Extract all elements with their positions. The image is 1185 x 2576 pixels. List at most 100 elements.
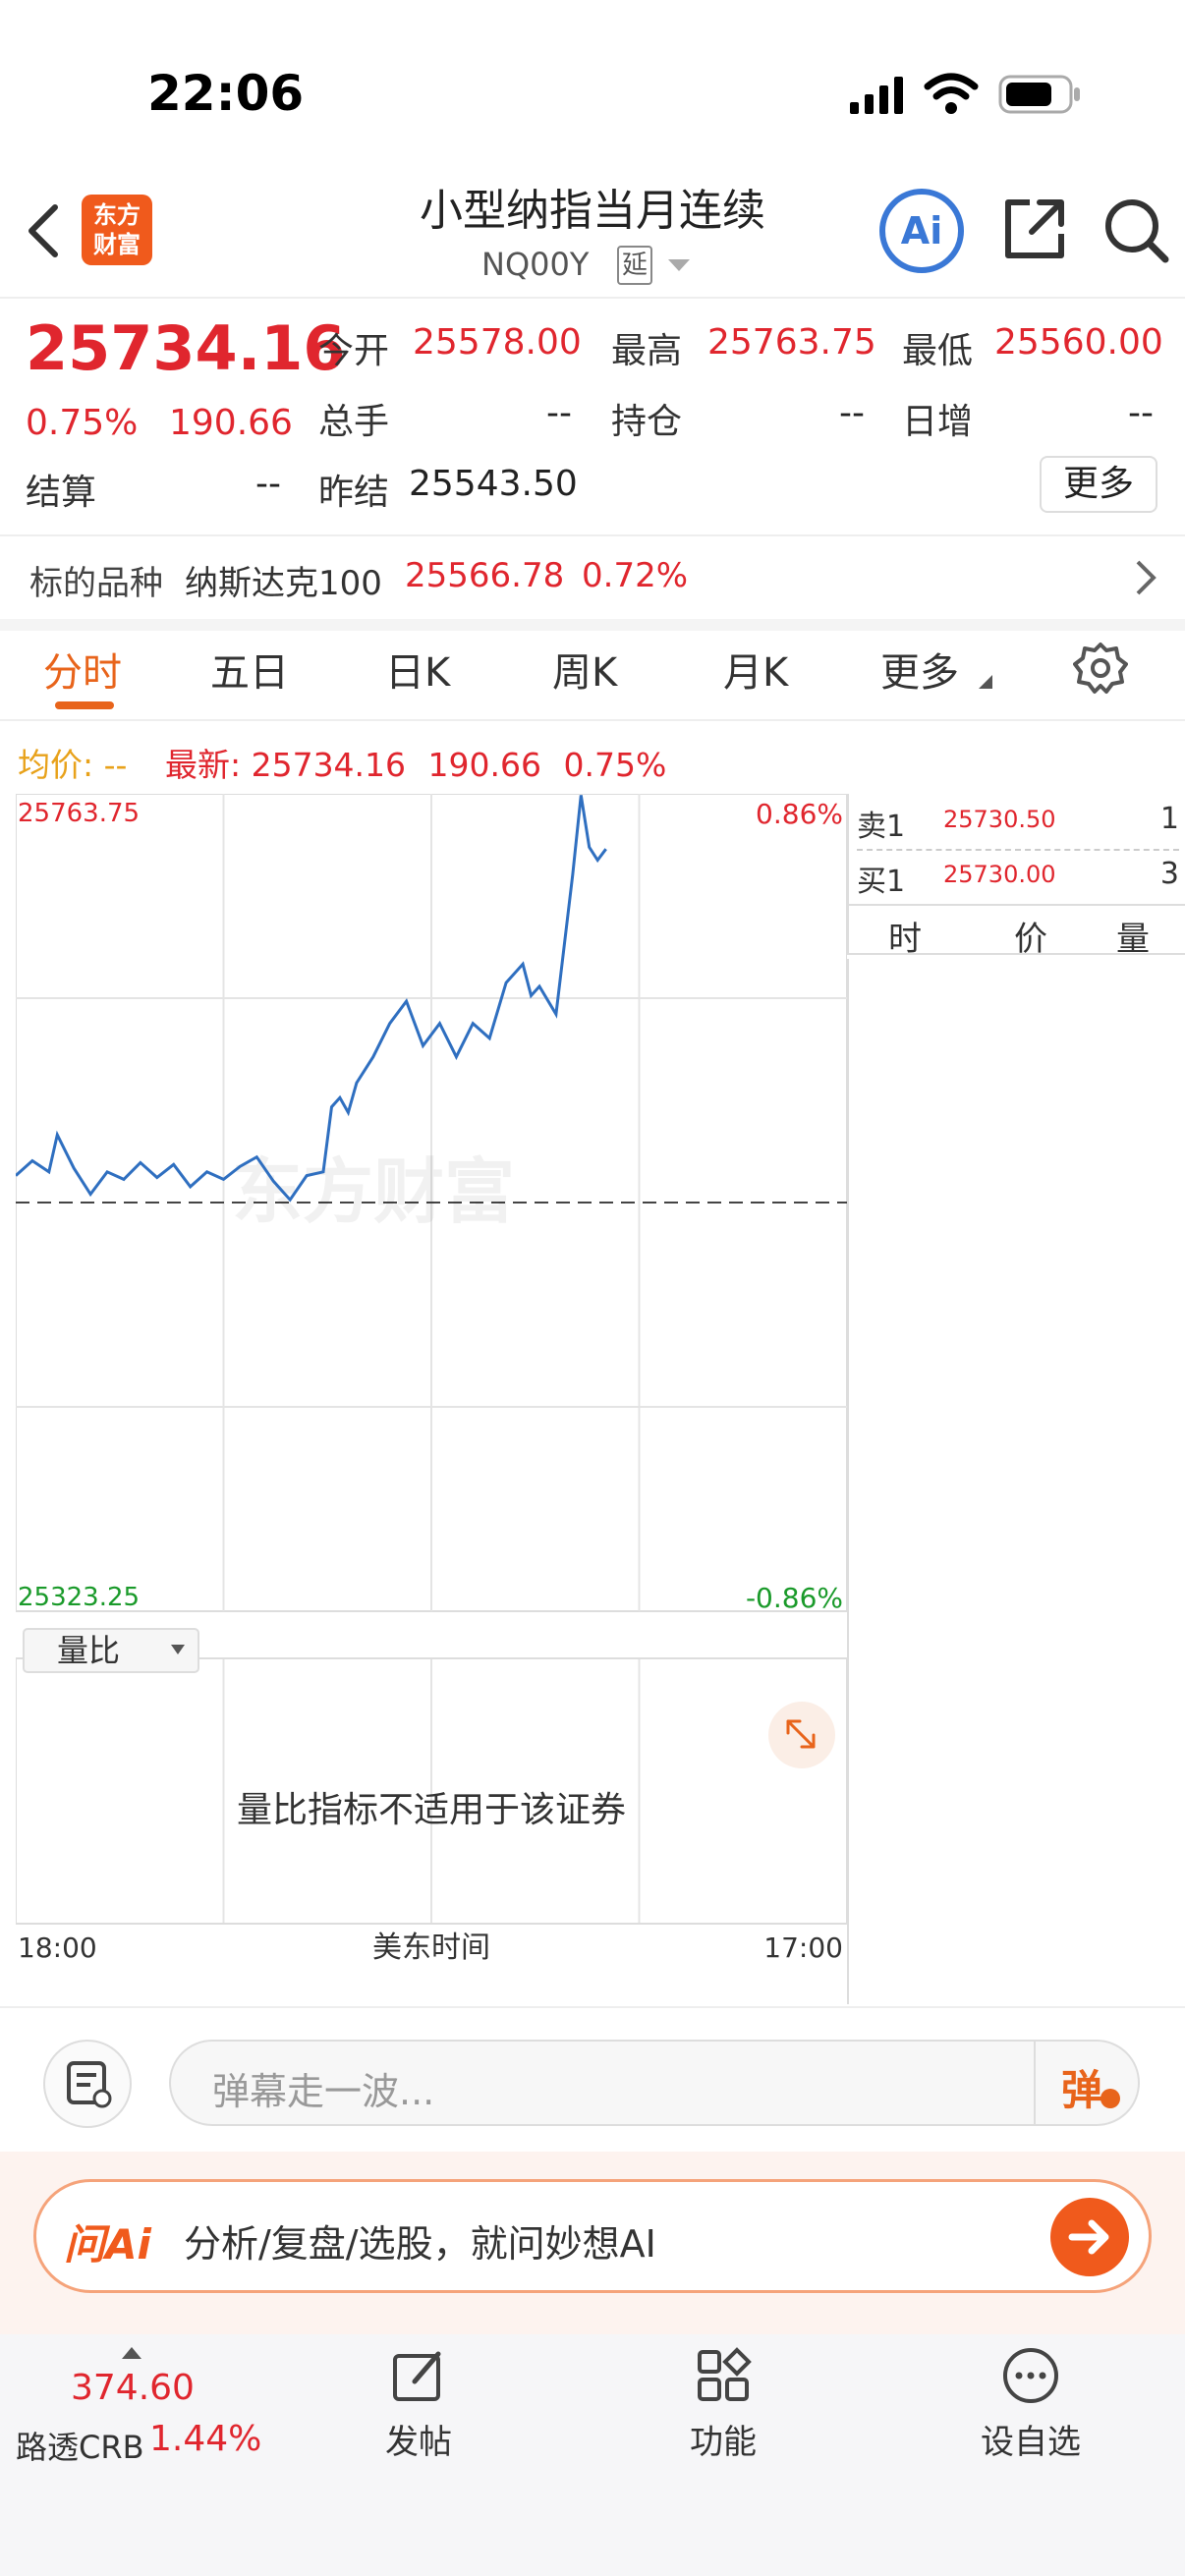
watchlist-label: 设自选 <box>981 2423 1081 2462</box>
danmu-placeholder: 弹幕走一波... <box>212 2070 435 2113</box>
trades-list[interactable]: 10:0325731.27010:0325729.940↓10:0325725.… <box>847 959 1185 2004</box>
x-end-label: 17:00 <box>763 1932 843 1964</box>
open-value: 25578.00 <box>413 322 582 363</box>
buy-volume: 3 <box>1159 857 1179 891</box>
y-top-label: 25763.75 <box>18 799 140 828</box>
order-book: 卖1 25730.50 1 买1 25730.00 3 <box>847 794 1185 904</box>
daily-inc-value: -- <box>1128 393 1154 433</box>
change-abs: 190.66 <box>169 403 293 443</box>
tab-minute[interactable]: 分时 <box>43 641 122 698</box>
function-label: 功能 <box>690 2423 757 2462</box>
ai-assistant-icon[interactable]: Ai <box>879 189 964 273</box>
ticker-up-icon <box>122 2344 141 2363</box>
low-label: 最低 <box>902 331 974 371</box>
buy-price: 25730.00 <box>943 861 1056 888</box>
signal-icon <box>850 77 909 120</box>
indicator-label: 量比 <box>57 1632 120 1669</box>
post-label: 发帖 <box>385 2423 452 2462</box>
ask-ai-brand: 问Ai <box>64 2220 151 2268</box>
underlying-label: 标的品种 <box>29 564 163 603</box>
search-icon[interactable] <box>1100 195 1171 269</box>
change-pct: 0.75% <box>26 403 139 443</box>
watermark: 东方财富 <box>232 1150 515 1233</box>
avg-value: -- <box>103 746 128 784</box>
volume-value: -- <box>546 393 572 433</box>
indicator-message: 量比指标不适用于该证券 <box>237 1790 626 1830</box>
grid-icon <box>698 2347 752 2401</box>
tab-more-arrow-icon <box>979 674 992 693</box>
latest-value: 25734.16 <box>251 746 407 784</box>
edit-icon <box>393 2351 441 2401</box>
trades-header: 时 价 量 <box>847 904 1185 959</box>
delay-badge: 延 <box>617 246 652 285</box>
ticker-name: 路透CRB <box>16 2429 144 2466</box>
latest-label: 最新: <box>164 746 242 784</box>
daily-inc-label: 日增 <box>902 402 974 442</box>
underlying-pct: 0.72% <box>582 556 689 595</box>
intraday-price-chart[interactable]: 东方财富 25763.75 25323.25 0.86% -0.86% 量比 量… <box>16 794 847 1965</box>
contract-code: NQ00Y <box>481 246 590 283</box>
arrow-right-icon[interactable] <box>1050 2198 1129 2276</box>
sell-label: 卖1 <box>857 810 906 844</box>
col-time: 时 <box>888 920 922 959</box>
prev-settle-label: 昨结 <box>318 473 390 513</box>
settings-icon[interactable] <box>1073 641 1128 700</box>
check-badge-icon <box>1100 2089 1120 2108</box>
chart-grid <box>16 794 847 1925</box>
high-label: 最高 <box>611 331 683 371</box>
wifi-icon <box>924 73 979 120</box>
svg-text:东方财富: 东方财富 <box>232 1150 515 1233</box>
low-value: 25560.00 <box>994 322 1163 363</box>
ticker-value[interactable]: 374.60 <box>71 2368 195 2408</box>
latest-pct: 0.75% <box>563 746 667 784</box>
tab-monthly-k[interactable]: 月K <box>723 641 788 698</box>
settle-value: -- <box>255 464 281 504</box>
ticker-pct: 1.44% <box>149 2419 262 2459</box>
dropdown-icon[interactable] <box>668 258 690 277</box>
post-button[interactable]: 发帖 <box>369 2346 468 2474</box>
tab-weekly-k[interactable]: 周K <box>552 641 617 698</box>
tab-more[interactable]: 更多 <box>880 641 959 698</box>
chevron-right-icon <box>1134 558 1157 601</box>
battery-icon <box>998 75 1083 118</box>
open-label: 今开 <box>318 331 390 371</box>
oi-value: -- <box>839 393 865 433</box>
screen: 22:06 东方 财富 小型纳指当月连续 NQ00Y 延 Ai 25734.16 … <box>0 0 1185 2576</box>
underlying-row[interactable]: 标的品种 纳斯达克100 25566.78 0.72% <box>0 536 1185 619</box>
watchlist-button[interactable]: 设自选 <box>967 2346 1095 2474</box>
ask-ai-bar[interactable]: 问Ai 分析/复盘/选股，就问妙想AI <box>33 2179 1152 2293</box>
tab-active-indicator <box>55 701 114 709</box>
status-time: 22:06 <box>147 65 305 122</box>
last-price: 25734.16 <box>26 312 346 384</box>
col-volume: 量 <box>1116 920 1150 959</box>
more-button[interactable]: 更多 <box>1040 456 1157 513</box>
danmu-toggle[interactable]: 弹 <box>1061 2057 1102 2117</box>
latest-change: 190.66 <box>427 746 542 784</box>
buy-label: 买1 <box>857 865 906 899</box>
col-price: 价 <box>1014 920 1047 959</box>
sell-volume: 1 <box>1159 802 1179 836</box>
prev-settle-value: 25543.50 <box>409 464 578 504</box>
avg-label: 均价: <box>18 746 94 784</box>
notes-icon[interactable] <box>43 2040 132 2128</box>
more-dots-icon <box>1003 2348 1058 2403</box>
x-start-label: 18:00 <box>18 1932 97 1964</box>
volume-label: 总手 <box>318 402 390 442</box>
danmu-input[interactable]: 弹幕走一波... 弹 <box>169 2040 1140 2126</box>
pct-top-label: 0.86% <box>756 798 843 830</box>
y-bottom-label: 25323.25 <box>18 1583 140 1612</box>
share-icon[interactable] <box>1000 195 1069 267</box>
ask-ai-text: 分析/复盘/选股，就问妙想AI <box>184 2222 656 2266</box>
underlying-name: 纳斯达克100 <box>185 564 382 603</box>
x-mid-label: 美东时间 <box>372 1931 490 1965</box>
pct-bottom-label: -0.86% <box>746 1582 843 1614</box>
function-button[interactable]: 功能 <box>674 2346 772 2474</box>
underlying-price: 25566.78 <box>405 556 565 595</box>
settle-label: 结算 <box>26 473 97 513</box>
sell-price: 25730.50 <box>943 806 1056 833</box>
high-value: 25763.75 <box>707 322 876 363</box>
tab-five-day[interactable]: 五日 <box>210 641 289 698</box>
oi-label: 持仓 <box>611 402 683 442</box>
tab-daily-k[interactable]: 日K <box>385 641 450 698</box>
expand-icon[interactable] <box>768 1702 835 1768</box>
